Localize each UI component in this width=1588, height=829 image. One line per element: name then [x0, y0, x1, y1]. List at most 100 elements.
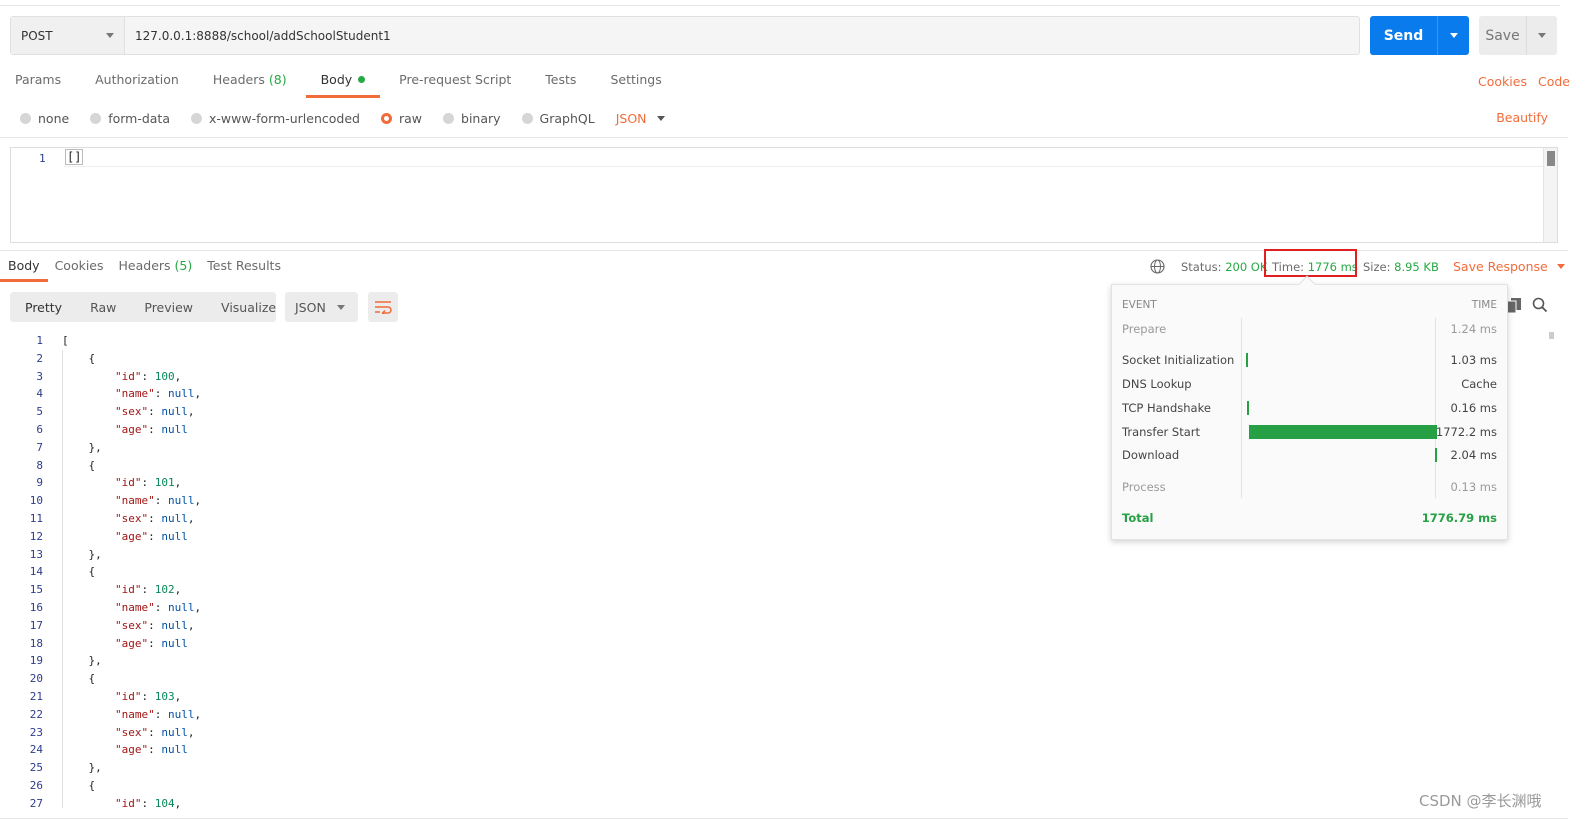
- line-number: 6: [36, 422, 43, 436]
- timing-row: DNS Lookup Cache: [1122, 376, 1497, 392]
- tab-label: Headers: [118, 258, 171, 273]
- view-preview[interactable]: Preview: [129, 300, 193, 315]
- timing-bar: [1247, 401, 1249, 415]
- editor-line[interactable]: []: [64, 149, 1544, 167]
- tab-headers[interactable]: Headers (8): [213, 72, 287, 98]
- radio-x-www-form-urlencoded[interactable]: x-www-form-urlencoded: [191, 111, 360, 126]
- send-options-button[interactable]: [1438, 16, 1469, 55]
- line-number: 12: [29, 529, 43, 543]
- tab-label: Tests: [545, 72, 577, 87]
- radio-raw[interactable]: raw: [380, 111, 422, 126]
- line-number: 2: [36, 351, 43, 365]
- bottom-divider: [0, 818, 1568, 819]
- line-number: 23: [29, 725, 43, 739]
- view-raw[interactable]: Raw: [75, 300, 116, 315]
- code-line: 15 "id": 102,: [0, 581, 1548, 599]
- line-number: 9: [36, 476, 43, 490]
- code-text: },: [62, 547, 102, 561]
- radio-icon: [191, 112, 202, 124]
- code-text: "name": null,: [114, 600, 202, 614]
- globe-icon[interactable]: [1150, 259, 1165, 274]
- send-button[interactable]: Send: [1370, 16, 1438, 55]
- code-line: 25 },: [0, 759, 1548, 777]
- beautify-link[interactable]: Beautify: [1496, 110, 1548, 125]
- request-links: Cookies Code: [1478, 74, 1570, 89]
- tab-params[interactable]: Params: [15, 72, 61, 98]
- view-pretty[interactable]: Pretty: [10, 300, 62, 315]
- tab-label: Body: [320, 72, 353, 87]
- size-info[interactable]: Size: 8.95 KB: [1363, 260, 1439, 274]
- radio-binary[interactable]: binary: [443, 111, 501, 126]
- radio-form-data[interactable]: form-data: [90, 111, 170, 126]
- save-button[interactable]: Save: [1479, 16, 1527, 55]
- radio-graphql[interactable]: GraphQL: [521, 111, 595, 126]
- tab-pre-request-script[interactable]: Pre-request Script: [399, 72, 511, 98]
- code-text: {: [62, 778, 96, 792]
- request-body-editor[interactable]: 1 []: [10, 147, 1558, 243]
- save-button-group: Save: [1479, 16, 1557, 55]
- response-tabs: Body Cookies Headers (5) Test Results: [0, 258, 296, 282]
- search-icon[interactable]: [1532, 297, 1548, 313]
- code-link[interactable]: Code: [1538, 74, 1570, 89]
- code-text: "age": null: [114, 743, 188, 757]
- radio-label: x-www-form-urlencoded: [209, 110, 360, 126]
- url-input[interactable]: 127.0.0.1:8888/school/addSchoolStudent1: [125, 17, 1359, 54]
- line-number: 1: [36, 334, 43, 347]
- wrap-lines-button[interactable]: [368, 292, 398, 322]
- line-number: 10: [29, 494, 43, 508]
- tab-label: Settings: [610, 72, 662, 87]
- response-format-select[interactable]: JSON: [285, 292, 358, 322]
- radio-none[interactable]: none: [20, 111, 69, 126]
- body-type-selector: none form-data x-www-form-urlencoded raw…: [20, 110, 665, 126]
- tab-label: Body: [8, 258, 40, 273]
- code-text: "name": null,: [114, 494, 202, 508]
- method-select[interactable]: POST: [11, 17, 125, 54]
- tab-tests[interactable]: Tests: [545, 72, 576, 98]
- status-value: 200 OK: [1225, 260, 1268, 274]
- code-text: {: [62, 672, 96, 686]
- chevron-down-icon: [1538, 33, 1546, 38]
- tab-body[interactable]: Body: [305, 72, 380, 98]
- tab-label: Test Results: [207, 258, 281, 273]
- view-visualize[interactable]: Visualize: [206, 300, 276, 315]
- timing-event: Download: [1122, 448, 1180, 462]
- code-text: "id": 101,: [114, 476, 182, 490]
- tab-authorization[interactable]: Authorization: [95, 72, 179, 98]
- line-number: 17: [29, 618, 43, 632]
- code-line: 20 {: [0, 670, 1548, 688]
- line-number: 21: [29, 689, 43, 703]
- record-id: 101: [154, 476, 175, 490]
- code-text: "age": null: [114, 636, 188, 650]
- copy-icon[interactable]: [1507, 298, 1521, 313]
- top-divider: [0, 5, 1560, 6]
- save-response-button[interactable]: Save Response: [1453, 259, 1565, 274]
- size-value: 8.95 KB: [1394, 260, 1439, 274]
- line-number: 5: [36, 405, 43, 419]
- status-label: Status:: [1181, 260, 1222, 274]
- editor-scrollbar[interactable]: [1543, 148, 1557, 242]
- save-options-button[interactable]: [1527, 16, 1557, 55]
- code-text: "id": 103,: [114, 689, 182, 703]
- tab-response-headers[interactable]: Headers (5): [119, 258, 193, 282]
- tab-response-cookies[interactable]: Cookies: [55, 258, 104, 282]
- watermark: CSDN @李长渊哦: [1419, 792, 1542, 810]
- code-line: 13 },: [0, 546, 1548, 564]
- cookies-link[interactable]: Cookies: [1478, 74, 1527, 89]
- tab-test-results[interactable]: Test Results: [207, 258, 281, 282]
- tab-response-body[interactable]: Body: [0, 258, 48, 282]
- time-column-header: TIME: [1471, 299, 1497, 311]
- tab-label: Pre-request Script: [399, 72, 512, 87]
- radio-icon: [20, 112, 31, 124]
- language-select[interactable]: JSON: [616, 111, 665, 126]
- response-scrollbar[interactable]: [1547, 330, 1555, 810]
- total-label: Total: [1122, 511, 1154, 525]
- timing-total-row: Total 1776.79 ms: [1122, 510, 1497, 526]
- code-text: "id": 100,: [114, 369, 182, 383]
- code-text: "age": null: [114, 422, 188, 436]
- timing-time: Cache: [1461, 377, 1497, 391]
- view-mode-tabs: Pretty Raw Preview Visualize: [10, 292, 276, 322]
- tab-settings[interactable]: Settings: [610, 72, 661, 98]
- timing-time: 1772.2 ms: [1435, 425, 1497, 439]
- timing-row: Socket Initialization 1.03 ms: [1122, 352, 1497, 368]
- chevron-down-icon: [1449, 33, 1458, 38]
